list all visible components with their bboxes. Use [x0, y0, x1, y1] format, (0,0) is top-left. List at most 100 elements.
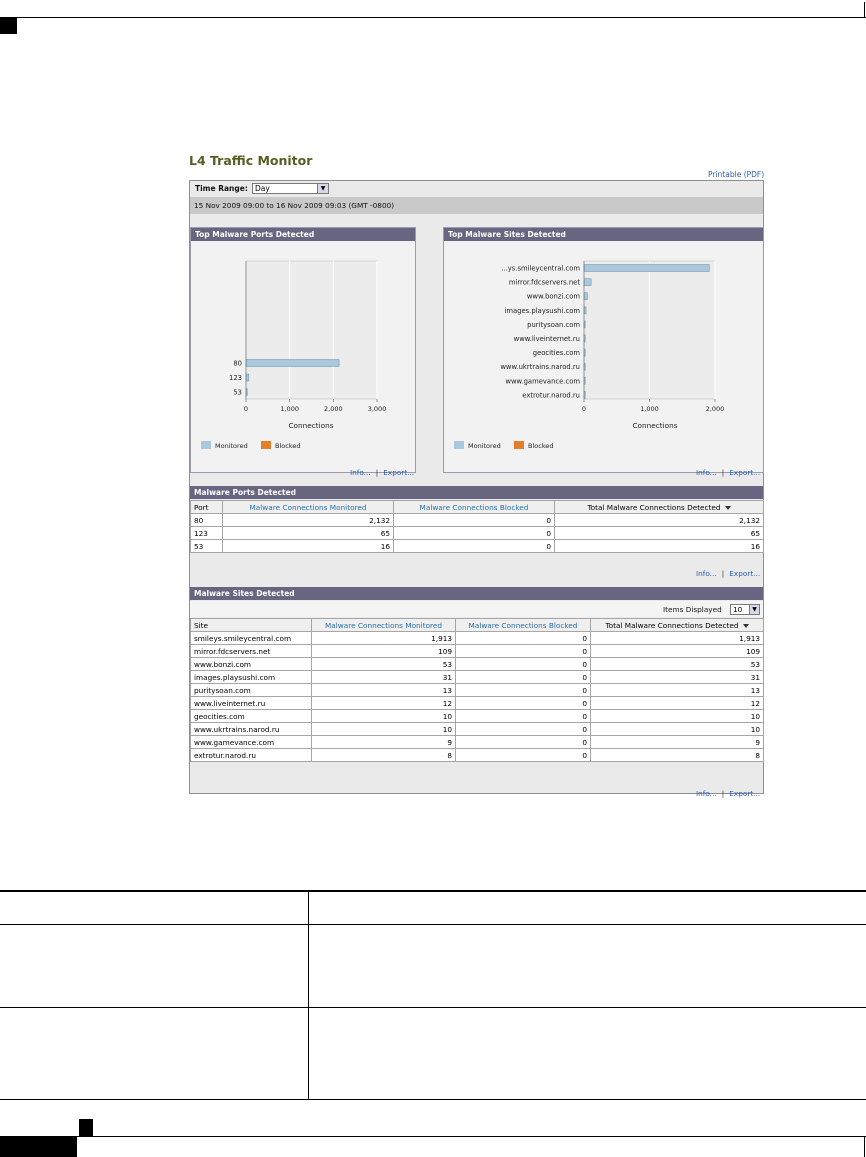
sites-table: Site Malware Connections Monitored Malwa… [190, 618, 764, 762]
ports-table: Port Malware Connections Monitored Malwa… [190, 500, 764, 553]
page-title: L4 Traffic Monitor [189, 153, 313, 168]
col-monitored[interactable]: Malware Connections Monitored [311, 618, 456, 632]
bar-monitored [583, 278, 592, 286]
cell-site: images.playsushi.com [190, 670, 312, 684]
col-blocked[interactable]: Malware Connections Blocked [393, 500, 555, 514]
info-link[interactable]: Info... [696, 468, 717, 477]
legend-monitored-swatch [454, 441, 464, 449]
ports-table-header: Malware Ports Detected [190, 486, 763, 499]
export-link[interactable]: Export... [383, 468, 414, 477]
export-link[interactable]: Export... [729, 569, 760, 578]
top-rule [0, 17, 866, 18]
date-range-bar: 15 Nov 2009 09:00 to 16 Nov 2009 09:03 (… [190, 197, 763, 214]
cell-monitored: 8 [311, 748, 456, 762]
col-total[interactable]: Total Malware Connections Detected [554, 500, 764, 514]
category-label: mirror.fdcservers.net [509, 279, 580, 287]
category-label: images.playsushi.com [504, 307, 580, 315]
doc-table-divider [308, 892, 309, 1100]
cell-total: 9 [590, 735, 764, 749]
col-total[interactable]: Total Malware Connections Detected [590, 618, 764, 632]
cell-total: 31 [590, 670, 764, 684]
table-row: www.ukrtrains.narod.ru 10 0 10 [190, 722, 764, 736]
x-tick-label: 0 [582, 405, 586, 413]
doc-table-rule [0, 1007, 866, 1008]
table-row: extrotur.narod.ru 8 0 8 [190, 748, 764, 762]
category-label: www.bonzi.com [527, 293, 581, 301]
category-label: geocities.com [533, 349, 581, 357]
x-tick-label: 2,000 [706, 405, 725, 413]
cell-monitored: 1,913 [311, 631, 456, 645]
legend-monitored-label: Monitored [468, 442, 501, 450]
top-right-tick [864, 2, 865, 17]
cell-monitored: 65 [222, 526, 394, 540]
cell-total: 1,913 [590, 631, 764, 645]
legend-blocked-label: Blocked [528, 442, 553, 450]
time-range-label: Time Range: [195, 184, 248, 193]
cell-total: 109 [590, 644, 764, 658]
category-label: www.ukrtrains.narod.ru [500, 363, 580, 371]
cell-blocked: 0 [455, 644, 591, 658]
table-row: 53 16 0 16 [190, 539, 764, 553]
info-link[interactable]: Info... [696, 789, 717, 798]
items-displayed-value: 10 [733, 605, 743, 614]
cell-monitored: 2,132 [222, 513, 394, 527]
items-displayed-select[interactable]: 10 ▼ [730, 604, 760, 615]
info-link[interactable]: Info... [350, 468, 371, 477]
cell-site: puritysoan.com [190, 683, 312, 697]
bar-monitored [245, 359, 340, 367]
cell-total: 2,132 [554, 513, 764, 527]
export-link[interactable]: Export... [729, 468, 760, 477]
export-link[interactable]: Export... [729, 789, 760, 798]
time-range-value: Day [255, 184, 270, 193]
chevron-down-icon[interactable]: ▼ [749, 605, 759, 614]
cell-total: 16 [554, 539, 764, 553]
cell-total: 12 [590, 696, 764, 710]
cell-monitored: 13 [311, 683, 456, 697]
x-tick-label: 2,000 [324, 405, 343, 413]
cell-port: 53 [190, 539, 223, 553]
time-range-select[interactable]: Day ▼ [252, 183, 329, 194]
cell-site: www.ukrtrains.narod.ru [190, 722, 312, 736]
cell-monitored: 12 [311, 696, 456, 710]
cell-blocked: 0 [455, 735, 591, 749]
items-displayed-label: Items Displayed [663, 605, 722, 614]
link-separator: | [721, 789, 725, 798]
table-row: mirror.fdcservers.net 109 0 109 [190, 644, 764, 658]
cell-site: www.liveinternet.ru [190, 696, 312, 710]
table-row: images.playsushi.com 31 0 31 [190, 670, 764, 684]
category-label: www.gamevance.com [505, 377, 580, 385]
chevron-down-icon[interactable]: ▼ [317, 184, 328, 193]
ports-chart: 80 123 53 0 1,000 2,000 3,000 Connections Mon… [201, 260, 387, 450]
table-row: www.gamevance.com 9 0 9 [190, 735, 764, 749]
link-separator: | [721, 468, 725, 477]
x-tick-label: 3,000 [368, 405, 387, 413]
cell-monitored: 31 [311, 670, 456, 684]
sites-table-header: Malware Sites Detected [190, 587, 763, 600]
col-site: Site [190, 618, 312, 632]
category-label: puritysoan.com [527, 321, 580, 329]
link-separator: | [375, 468, 379, 477]
cell-total: 10 [590, 722, 764, 736]
link-separator: | [721, 569, 725, 578]
bottom-right-tick [864, 1137, 865, 1157]
cell-port: 80 [190, 513, 223, 527]
cell-blocked: 0 [455, 722, 591, 736]
cell-blocked: 0 [455, 631, 591, 645]
table-row: 123 65 0 65 [190, 526, 764, 540]
printable-pdf-link[interactable]: Printable (PDF) [708, 170, 764, 179]
category-label: 123 [229, 374, 242, 382]
table-row: smileys.smileycentral.com 1,913 0 1,913 [190, 631, 764, 645]
cell-monitored: 53 [311, 657, 456, 671]
table-row: puritysoan.com 13 0 13 [190, 683, 764, 697]
cell-blocked: 0 [455, 748, 591, 762]
legend-monitored-label: Monitored [215, 442, 248, 450]
x-tick-label: 0 [244, 405, 248, 413]
table-row: geocities.com 10 0 10 [190, 709, 764, 723]
ports-chart-header: Top Malware Ports Detected [191, 228, 415, 241]
info-link[interactable]: Info... [696, 569, 717, 578]
col-blocked[interactable]: Malware Connections Blocked [455, 618, 591, 632]
legend-blocked-swatch [261, 441, 271, 449]
cell-blocked: 0 [393, 539, 555, 553]
col-monitored[interactable]: Malware Connections Monitored [222, 500, 394, 514]
cell-monitored: 9 [311, 735, 456, 749]
